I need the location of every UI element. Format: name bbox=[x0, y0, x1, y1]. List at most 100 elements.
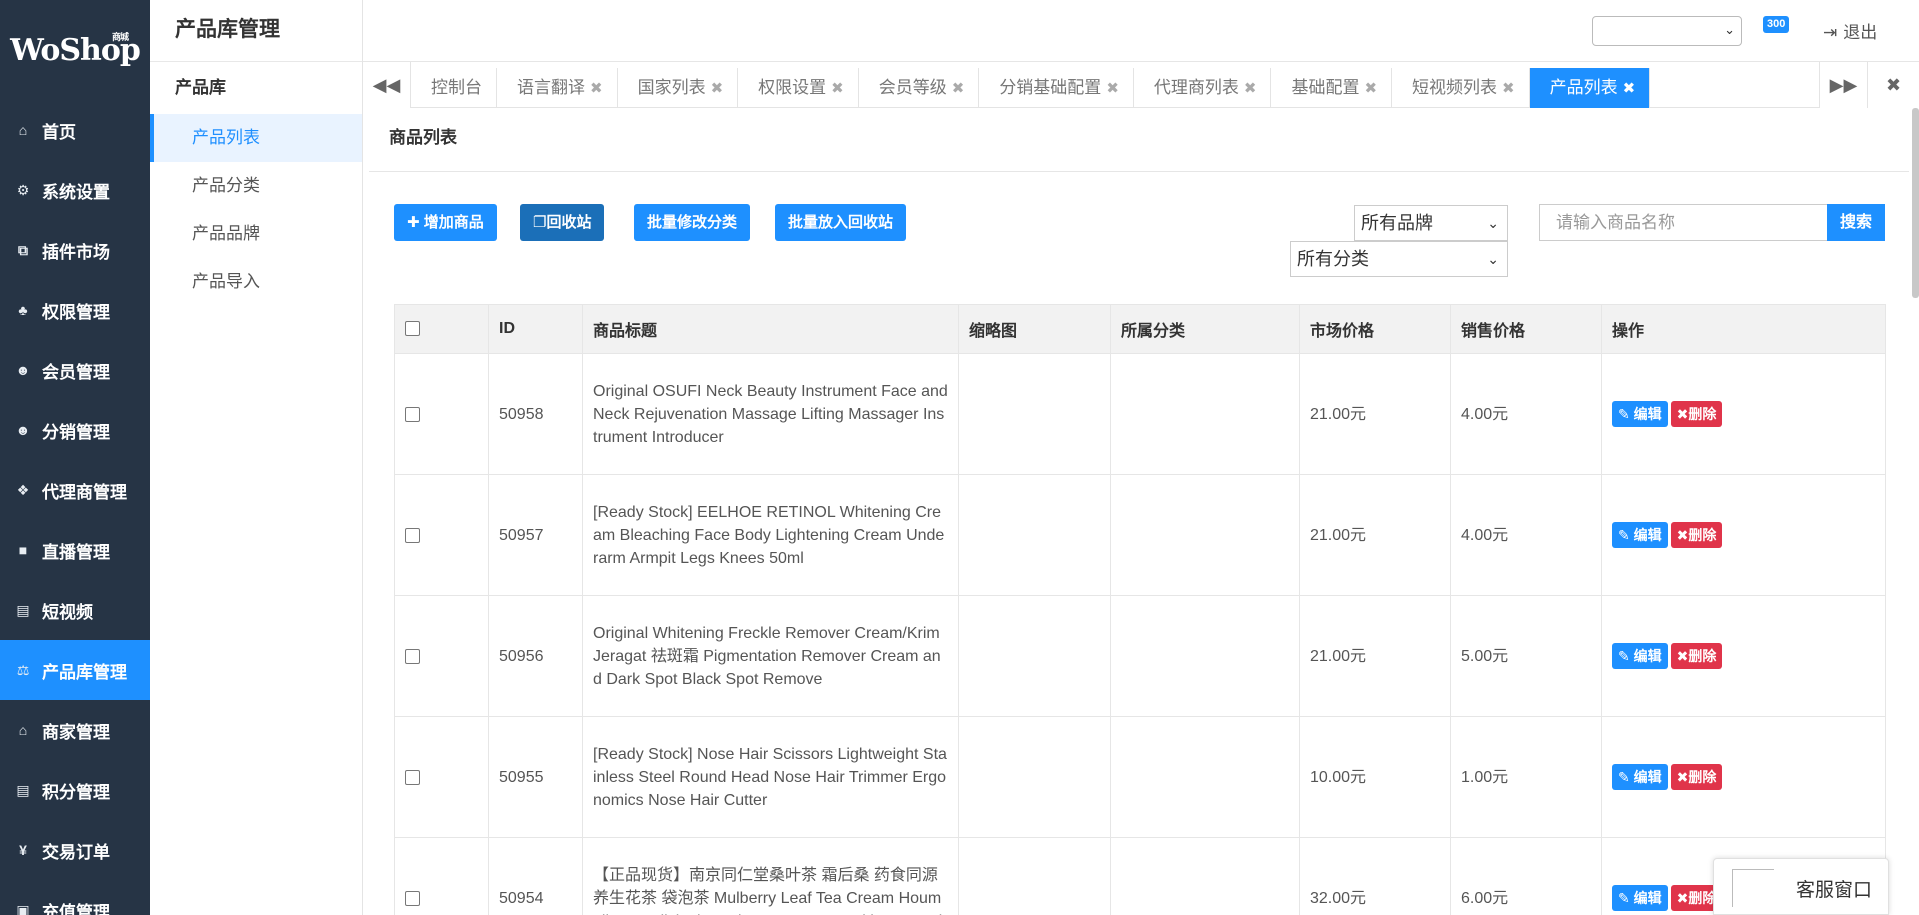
tab-scroll-right-button[interactable]: ▶▶ bbox=[1819, 62, 1867, 108]
row-checkbox[interactable] bbox=[405, 890, 420, 906]
add-product-button[interactable]: ✚ 增加商品 bbox=[394, 204, 497, 241]
tab-close-icon[interactable]: ✖ bbox=[831, 80, 844, 97]
row-checkbox[interactable] bbox=[405, 769, 420, 785]
tab-close-icon[interactable]: ✖ bbox=[1106, 80, 1119, 97]
row-sale-price: 1.00元 bbox=[1450, 716, 1602, 838]
sub-sidebar-group[interactable]: 产品库 bbox=[150, 62, 362, 114]
row-select-cell bbox=[394, 716, 489, 838]
sub-item-product-brand[interactable]: 产品品牌 bbox=[150, 210, 362, 258]
sign-out-icon: ⇥ bbox=[1823, 23, 1838, 42]
tab-label: 分销基础配置 bbox=[999, 78, 1102, 97]
edit-label: 编辑 bbox=[1633, 527, 1662, 543]
nav-item[interactable]: ❖ 代理商管理 bbox=[0, 460, 150, 520]
nav-item[interactable]: ¥ 交易订单 bbox=[0, 820, 150, 880]
tab-close-icon[interactable]: ✖ bbox=[590, 80, 603, 97]
nav-item[interactable]: ⌂ 首页 bbox=[0, 100, 150, 160]
nav-item[interactable]: ⚙ 系统设置 bbox=[0, 160, 150, 220]
tab[interactable]: 产品列表 ✖ bbox=[1529, 68, 1651, 108]
tab-label: 国家列表 bbox=[637, 78, 706, 97]
col-header-id[interactable]: ID bbox=[488, 304, 583, 354]
nav-item-label: 充值管理 bbox=[42, 902, 110, 915]
col-header-title[interactable]: 商品标题 bbox=[582, 304, 959, 354]
nav-item[interactable]: ⚖ 产品库管理 bbox=[0, 640, 150, 700]
edit-button[interactable]: ✎ 编辑 bbox=[1612, 401, 1668, 427]
delete-button[interactable]: ✖删除 bbox=[1670, 401, 1723, 427]
tab[interactable]: 语言翻译 ✖ bbox=[497, 68, 618, 108]
tab[interactable]: 会员等级 ✖ bbox=[859, 68, 980, 108]
sub-item-product-import[interactable]: 产品导入 bbox=[150, 258, 362, 306]
nav-item[interactable]: ■ 直播管理 bbox=[0, 520, 150, 580]
nav-item[interactable]: ▣ 充值管理 bbox=[0, 880, 150, 915]
nav-item[interactable]: ▤ 短视频 bbox=[0, 580, 150, 640]
row-checkbox[interactable] bbox=[405, 648, 420, 664]
select-all-checkbox[interactable] bbox=[405, 321, 420, 337]
nav-item[interactable]: ⧉ 插件市场 bbox=[0, 220, 150, 280]
category-select[interactable]: 所有分类 ⌄ bbox=[1290, 241, 1508, 277]
tab-close-icon[interactable]: ✖ bbox=[1502, 80, 1515, 97]
nav-item[interactable]: ▤ 积分管理 bbox=[0, 760, 150, 820]
delete-button[interactable]: ✖删除 bbox=[1670, 643, 1723, 669]
tab-close-icon[interactable]: ✖ bbox=[1364, 80, 1377, 97]
tab-close-icon[interactable]: ✖ bbox=[1623, 80, 1636, 97]
tab[interactable]: 代理商列表 ✖ bbox=[1134, 68, 1272, 108]
page-scrollbar[interactable] bbox=[1912, 108, 1919, 298]
row-id: 50956 bbox=[488, 595, 583, 717]
copy-icon: ❐ bbox=[533, 214, 547, 231]
edit-button[interactable]: ✎ 编辑 bbox=[1612, 643, 1668, 669]
nav-item-label: 商家管理 bbox=[42, 722, 110, 742]
balance-scale-icon: ⚖ bbox=[16, 661, 30, 678]
nav-item[interactable]: ♣ 权限管理 bbox=[0, 280, 150, 340]
tab-close-icon[interactable]: ✖ bbox=[1244, 80, 1257, 97]
close-tabs-button[interactable]: ✖ bbox=[1867, 62, 1919, 108]
pencil-icon: ✎ bbox=[1618, 406, 1630, 422]
row-id: 50954 bbox=[488, 837, 583, 915]
row-title: Original Whitening Freckle Remover Cream… bbox=[582, 595, 959, 717]
select-all-cell bbox=[394, 304, 489, 354]
delete-button[interactable]: ✖删除 bbox=[1670, 522, 1723, 548]
tab[interactable]: 基础配置 ✖ bbox=[1271, 68, 1393, 108]
nav-item-label: 会员管理 bbox=[42, 362, 110, 382]
message-badge: 300 bbox=[1763, 16, 1790, 33]
tab[interactable]: 权限设置 ✖ bbox=[738, 68, 859, 108]
row-checkbox[interactable] bbox=[405, 527, 420, 543]
edit-button[interactable]: ✎ 编辑 bbox=[1612, 885, 1668, 911]
row-category bbox=[1110, 353, 1300, 475]
nav-item[interactable]: ☻ 分销管理 bbox=[0, 400, 150, 460]
delete-button[interactable]: ✖删除 bbox=[1670, 764, 1723, 790]
tab-close-icon[interactable]: ✖ bbox=[711, 80, 724, 97]
search-input[interactable]: 请输入商品名称 bbox=[1539, 204, 1828, 241]
nav-item-label: 分销管理 bbox=[42, 422, 110, 442]
row-sale-price: 6.00元 bbox=[1450, 837, 1602, 915]
edit-button[interactable]: ✎ 编辑 bbox=[1612, 522, 1668, 548]
tab[interactable]: 短视频列表 ✖ bbox=[1392, 68, 1530, 108]
search-button[interactable]: 搜索 bbox=[1827, 204, 1885, 241]
sub-item-product-list[interactable]: 产品列表 bbox=[150, 114, 362, 162]
header-select[interactable]: ⌄ bbox=[1592, 16, 1742, 46]
message-button[interactable]: 300 bbox=[1763, 16, 1803, 46]
nav-item[interactable]: ⌂ 商家管理 bbox=[0, 700, 150, 760]
brand-select[interactable]: 所有品牌 ⌄ bbox=[1354, 205, 1508, 241]
tab-close-icon[interactable]: ✖ bbox=[952, 80, 965, 97]
tab[interactable]: 分销基础配置 ✖ bbox=[979, 68, 1134, 108]
recycle-bin-button[interactable]: ❐回收站 bbox=[520, 204, 605, 241]
row-checkbox[interactable] bbox=[405, 406, 420, 422]
nav-item[interactable]: ☻ 会员管理 bbox=[0, 340, 150, 400]
batch-category-button[interactable]: 批量修改分类 bbox=[634, 204, 751, 241]
sub-item-product-category[interactable]: 产品分类 bbox=[150, 162, 362, 210]
tab[interactable]: 控制台 bbox=[411, 68, 497, 108]
batch-recycle-button[interactable]: 批量放入回收站 bbox=[775, 204, 907, 241]
row-category bbox=[1110, 716, 1300, 838]
row-actions: ✎ 编辑 ✖删除 bbox=[1601, 474, 1886, 596]
logout-button[interactable]: ⇥ 退出 bbox=[1823, 18, 1877, 43]
main-panel: 商品列表 ✚ 增加商品 ❐回收站 批量修改分类 批量放入回收站 所有品牌 ⌄ 所… bbox=[369, 108, 1909, 915]
tab[interactable]: 国家列表 ✖ bbox=[618, 68, 739, 108]
edit-button[interactable]: ✎ 编辑 bbox=[1612, 764, 1668, 790]
nav-item-label: 短视频 bbox=[42, 602, 93, 622]
tab-scroll-left-button[interactable]: ◀◀ bbox=[363, 62, 411, 108]
col-header-actions: 操作 bbox=[1601, 304, 1886, 354]
nav-item-label: 首页 bbox=[42, 122, 76, 142]
add-product-label: 增加商品 bbox=[423, 214, 484, 231]
customer-service-widget[interactable]: 客服窗口 bbox=[1713, 858, 1889, 915]
table-row: 50957 [Ready Stock] EELHOE RETINOL Whiten… bbox=[394, 474, 1886, 596]
batch-category-label: 批量修改分类 bbox=[647, 214, 738, 231]
